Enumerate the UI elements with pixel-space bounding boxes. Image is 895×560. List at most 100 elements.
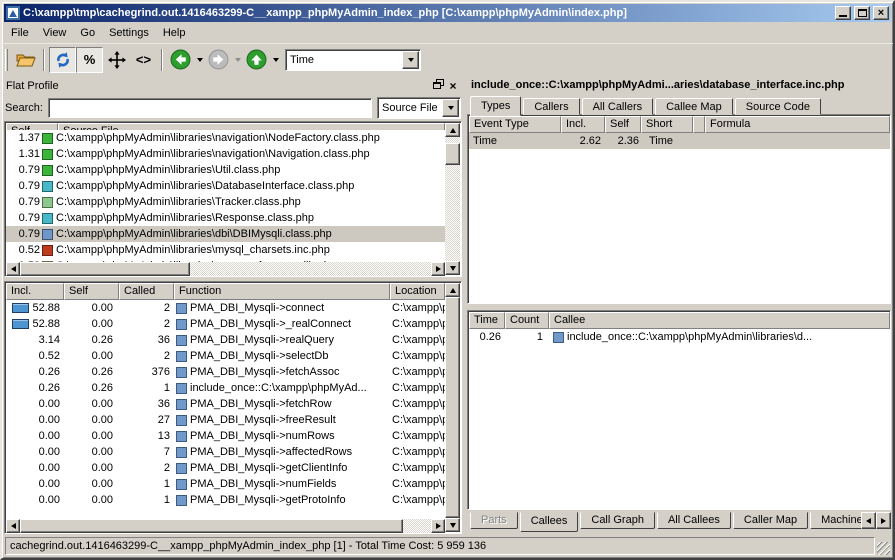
horizontal-scrollbar[interactable] (6, 262, 445, 276)
column-header-self[interactable]: Self (605, 116, 641, 133)
dock-close-button[interactable]: × (446, 79, 460, 92)
scroll-right-button[interactable] (431, 519, 445, 533)
scrollbar-thumb[interactable] (20, 519, 403, 533)
event-type-combobox[interactable]: Time (285, 49, 421, 71)
source-annotation-button[interactable]: <> (130, 47, 157, 73)
toolbar-handle[interactable] (5, 49, 8, 71)
types-rows: Time 2.62 2.36 Time (469, 133, 890, 303)
table-row[interactable]: 52.88 0.00 2 PMA_DBI_Mysqli->connect C:\… (6, 300, 445, 316)
cycle-detection-button[interactable] (49, 47, 76, 73)
vertical-scrollbar[interactable] (445, 283, 460, 532)
menu-item[interactable]: View (36, 24, 74, 42)
resize-grip[interactable] (877, 542, 890, 555)
table-row[interactable]: 52.88 0.00 2 PMA_DBI_Mysqli->_realConnec… (6, 316, 445, 332)
scroll-left-button[interactable] (6, 262, 20, 276)
detail-tab[interactable]: All Callers (582, 98, 654, 115)
column-header-event-type[interactable]: Event Type (469, 116, 561, 133)
menu-item[interactable]: Settings (102, 24, 156, 42)
bottom-tab[interactable]: Callees (520, 512, 579, 532)
table-row[interactable]: 0.00 0.00 13 PMA_DBI_Mysqli->numRows C:\… (6, 428, 445, 444)
scroll-down-button[interactable] (445, 518, 460, 532)
table-row[interactable]: 0.00 0.00 27 PMA_DBI_Mysqli->freeResult … (6, 412, 445, 428)
dock-layout-button[interactable] (103, 47, 130, 73)
tab-scroll-right-button[interactable] (876, 512, 891, 529)
tab-scroll-left-button[interactable] (861, 512, 876, 529)
table-row[interactable]: 0.79 C:\xampp\phpMyAdmin\libraries\Respo… (6, 210, 445, 226)
back-dropdown[interactable] (194, 47, 205, 73)
table-row[interactable]: 0.79 C:\xampp\phpMyAdmin\libraries\Track… (6, 194, 445, 210)
scroll-down-button[interactable] (445, 261, 460, 275)
column-header-short[interactable]: Short (641, 116, 693, 133)
combo-dropdown-button[interactable] (402, 51, 419, 69)
forward-button[interactable] (205, 47, 232, 73)
scrollbar-thumb[interactable] (445, 297, 460, 518)
self-cost: 0.26 (64, 366, 119, 378)
vertical-scrollbar[interactable] (445, 123, 460, 275)
scroll-right-button[interactable] (431, 262, 445, 276)
minimize-button[interactable] (835, 6, 851, 20)
column-header-formula[interactable]: Formula (705, 116, 890, 133)
scrollbar-thumb[interactable] (20, 262, 190, 276)
forward-dropdown[interactable] (232, 47, 243, 73)
scroll-up-button[interactable] (445, 283, 460, 297)
table-row[interactable]: 0.00 0.00 1 PMA_DBI_Mysqli->getProtoInfo… (6, 492, 445, 508)
dock-float-button[interactable] (430, 79, 444, 92)
scroll-up-button[interactable] (445, 123, 460, 137)
column-header-incl[interactable]: Incl. (561, 116, 605, 133)
combo-dropdown-button[interactable] (442, 99, 459, 117)
close-button[interactable]: × (873, 6, 889, 20)
bottom-tab[interactable]: Parts (470, 512, 518, 529)
table-row[interactable]: 0.52 C:\xampp\phpMyAdmin\libraries\mysql… (6, 242, 445, 258)
incl-cost: 52.88 (32, 318, 60, 330)
up-dropdown[interactable] (270, 47, 281, 73)
column-header-time[interactable]: Time (469, 312, 505, 329)
open-file-button[interactable] (12, 47, 39, 73)
column-header-callee[interactable]: Callee (549, 312, 890, 329)
menu-item[interactable]: Go (73, 24, 102, 42)
menu-item[interactable]: Help (156, 24, 193, 42)
maximize-button[interactable] (854, 6, 870, 20)
table-row[interactable]: 0.79 C:\xampp\phpMyAdmin\libraries\Util.… (6, 162, 445, 178)
column-header-location[interactable]: Location (390, 283, 445, 300)
detail-tab[interactable]: Source Code (735, 98, 821, 115)
horizontal-scrollbar[interactable] (6, 519, 445, 533)
table-row[interactable]: 0.00 0.00 2 PMA_DBI_Mysqli->getClientInf… (6, 460, 445, 476)
table-row[interactable]: 0.26 0.26 376 PMA_DBI_Mysqli->fetchAssoc… (6, 364, 445, 380)
menu-item[interactable]: File (4, 24, 36, 42)
scrollbar-thumb[interactable] (445, 143, 460, 165)
relative-percent-button[interactable]: % (76, 47, 103, 73)
dock-titlebar[interactable]: Flat Profile × (4, 77, 462, 94)
bottom-tab[interactable]: Call Graph (580, 512, 655, 529)
table-row[interactable]: 1.31 C:\xampp\phpMyAdmin\libraries\navig… (6, 146, 445, 162)
column-header-self[interactable]: Self (64, 283, 119, 300)
table-row[interactable]: 0.52 0.00 2 PMA_DBI_Mysqli->selectDb C:\… (6, 348, 445, 364)
table-row[interactable]: 0.79 C:\xampp\phpMyAdmin\libraries\Datab… (6, 178, 445, 194)
table-row[interactable]: 0.00 0.00 36 PMA_DBI_Mysqli->fetchRow C:… (6, 396, 445, 412)
column-header-incl[interactable]: Incl. (6, 283, 64, 300)
table-row[interactable]: 0.79 C:\xampp\phpMyAdmin\libraries\dbi\D… (6, 226, 445, 242)
table-row[interactable]: Time 2.62 2.36 Time (469, 133, 890, 149)
column-header-count[interactable]: Count (505, 312, 549, 329)
grouping-combobox[interactable]: Source File (377, 97, 461, 119)
table-row[interactable]: 0.26 1 include_once::C:\xampp\phpMyAdmin… (469, 329, 890, 345)
detail-tab[interactable]: Callee Map (655, 98, 733, 115)
table-row[interactable]: 0.00 0.00 1 PMA_DBI_Mysqli->numFields C:… (6, 476, 445, 492)
scroll-left-button[interactable] (6, 519, 20, 533)
detail-tab[interactable]: Types (470, 96, 521, 116)
function-rows: 52.88 0.00 2 PMA_DBI_Mysqli->connect C:\… (6, 300, 445, 519)
column-header-called[interactable]: Called (119, 283, 174, 300)
table-row[interactable]: 0.00 0.00 7 PMA_DBI_Mysqli->affectedRows… (6, 444, 445, 460)
table-row[interactable]: 0.26 0.26 1 include_once::C:\xampp\phpMy… (6, 380, 445, 396)
detail-tab[interactable]: Callers (523, 98, 579, 115)
move-arrows-icon (108, 51, 126, 69)
bottom-tab[interactable]: All Callees (657, 512, 731, 529)
column-header-function[interactable]: Function (174, 283, 390, 300)
table-row[interactable]: 3.14 0.26 36 PMA_DBI_Mysqli->realQuery C… (6, 332, 445, 348)
search-input[interactable] (48, 98, 372, 118)
call-count: 7 (119, 446, 174, 458)
bottom-tab[interactable]: Caller Map (733, 512, 808, 529)
titlebar[interactable]: C:\xampp\tmp\cachegrind.out.1416463299-C… (4, 4, 891, 22)
up-button[interactable] (243, 47, 270, 73)
back-button[interactable] (167, 47, 194, 73)
table-row[interactable]: 1.37 C:\xampp\phpMyAdmin\libraries\navig… (6, 130, 445, 146)
